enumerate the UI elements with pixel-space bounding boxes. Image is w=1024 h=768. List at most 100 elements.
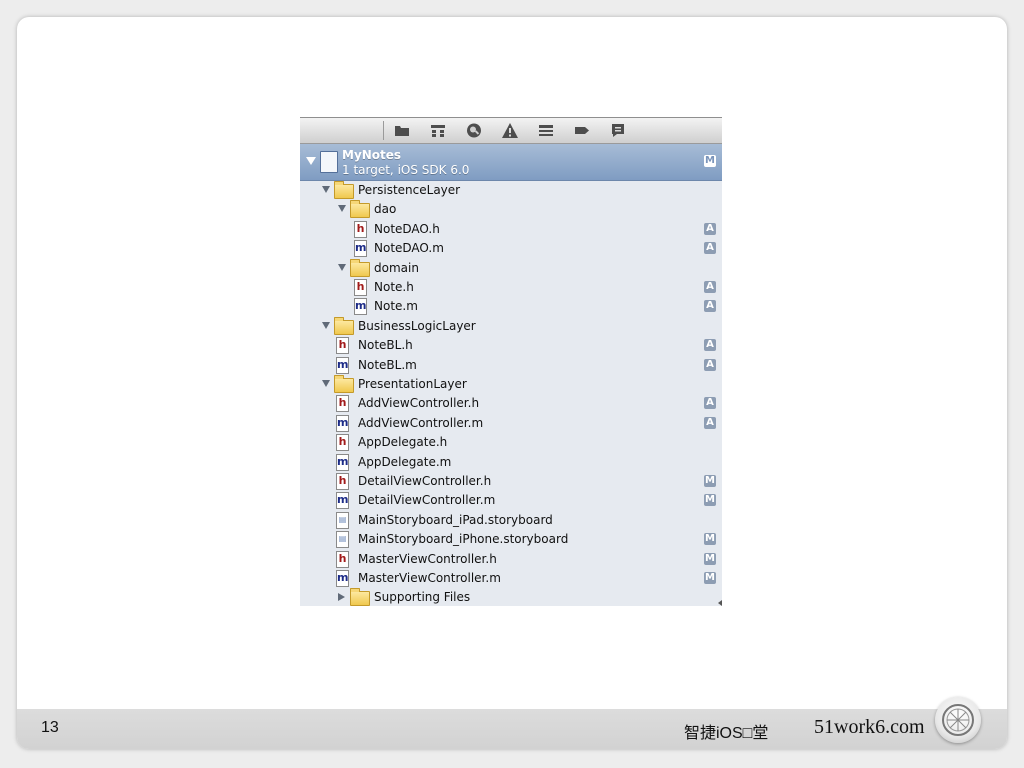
hierarchy-icon[interactable] bbox=[429, 122, 447, 139]
file-row[interactable]: m Note.m A bbox=[300, 297, 722, 316]
project-navigator: MyNotes 1 target, iOS SDK 6.0 M Persiste… bbox=[300, 117, 722, 606]
file-row[interactable]: m MasterViewController.m M bbox=[300, 569, 722, 588]
file-row[interactable]: ▤ MainStoryboard_iPhone.storyboard M bbox=[300, 530, 722, 549]
file-row[interactable]: h Note.h A bbox=[300, 278, 722, 297]
resize-corner-icon[interactable] bbox=[718, 600, 722, 606]
storyboard-file-icon: ▤ bbox=[336, 511, 349, 529]
tree-item-label: Supporting Files bbox=[374, 590, 471, 605]
scm-status-badge: M bbox=[704, 572, 716, 584]
file-row[interactable]: h MasterViewController.h M bbox=[300, 550, 722, 569]
disclosure-open-icon[interactable] bbox=[338, 205, 346, 213]
folder-icon bbox=[334, 375, 354, 393]
file-row[interactable]: m NoteDAO.m A bbox=[300, 239, 722, 258]
tree-item-label: PresentationLayer bbox=[358, 377, 467, 391]
tree-item-label: AppDelegate.m bbox=[358, 454, 452, 469]
disclosure-open-icon[interactable] bbox=[338, 263, 346, 271]
tree-item-label: BusinessLogicLayer bbox=[358, 318, 476, 333]
header-file-icon: h bbox=[336, 473, 349, 490]
scm-status-badge: A bbox=[704, 416, 716, 429]
folder-row[interactable]: domain bbox=[300, 258, 722, 278]
tree-item-label: MainStoryboard_iPhone.storyboard bbox=[358, 532, 569, 547]
project-name: MyNotes bbox=[342, 148, 402, 162]
page-number: 13 bbox=[41, 719, 59, 736]
source-file-icon: m bbox=[336, 356, 349, 374]
tag-icon[interactable] bbox=[573, 122, 591, 139]
header-file-icon: h bbox=[354, 279, 367, 296]
scm-status-badge: A bbox=[704, 397, 716, 410]
file-row[interactable]: h DetailViewController.h M bbox=[300, 472, 722, 491]
tree-item-label: Note.h bbox=[374, 280, 414, 294]
tree-item-label: DetailViewController.h bbox=[358, 474, 492, 488]
source-file-icon: m bbox=[336, 492, 349, 510]
comment-icon[interactable] bbox=[609, 122, 627, 139]
tree-item-label: NoteDAO.m bbox=[374, 241, 444, 256]
tree-item-label: DetailViewController.m bbox=[358, 493, 496, 508]
xcode-project-icon bbox=[320, 151, 338, 173]
disclosure-open-icon[interactable] bbox=[322, 380, 330, 387]
tree-item-label: domain bbox=[374, 260, 419, 275]
file-row[interactable]: h AppDelegate.h bbox=[300, 433, 722, 452]
navigator-toolbar bbox=[300, 118, 722, 144]
file-row[interactable]: m AddViewController.m A bbox=[300, 414, 722, 433]
file-row[interactable]: h NoteDAO.h A bbox=[300, 220, 722, 239]
tree-item-label: MainStoryboard_iPad.storyboard bbox=[358, 512, 553, 527]
scm-status-badge: M bbox=[704, 155, 716, 167]
search-icon[interactable] bbox=[465, 122, 483, 139]
folder-row[interactable]: BusinessLogicLayer bbox=[300, 316, 722, 336]
tree-item-label: NoteBL.m bbox=[358, 357, 417, 372]
folder-row[interactable]: Supporting Files bbox=[300, 588, 722, 606]
scm-status-badge: M bbox=[704, 475, 716, 487]
folder-row[interactable]: PersistenceLayer bbox=[300, 181, 722, 200]
header-file-icon: h bbox=[354, 220, 367, 238]
file-row[interactable]: h NoteBL.h A bbox=[300, 336, 722, 355]
folder-icon bbox=[350, 200, 370, 219]
folder-icon bbox=[350, 258, 370, 277]
folder-row[interactable]: PresentationLayer bbox=[300, 375, 722, 394]
slide-footer: 13 智捷iOS□堂 51work6.com bbox=[17, 697, 1007, 749]
file-row[interactable]: m AppDelegate.m bbox=[300, 453, 722, 472]
tree-item-label: NoteBL.h bbox=[358, 338, 413, 353]
disclosure-closed-icon[interactable] bbox=[338, 593, 345, 602]
header-file-icon: h bbox=[336, 337, 349, 355]
tree-item-label: PersistenceLayer bbox=[358, 183, 461, 197]
header-file-icon: h bbox=[336, 434, 349, 452]
source-file-icon: m bbox=[354, 298, 367, 316]
folder-icon[interactable] bbox=[393, 122, 411, 139]
project-subtitle: 1 target, iOS SDK 6.0 bbox=[342, 163, 470, 177]
file-row[interactable]: ▤ MainStoryboard_iPad.storyboard bbox=[300, 511, 722, 530]
storyboard-file-icon: ▤ bbox=[336, 531, 349, 549]
tree-item-label: NoteDAO.h bbox=[374, 221, 440, 236]
scm-status-badge: A bbox=[704, 281, 716, 293]
folder-icon bbox=[350, 588, 370, 606]
source-file-icon: m bbox=[336, 414, 349, 432]
tree-item-label: AppDelegate.h bbox=[358, 435, 448, 450]
file-row[interactable]: m NoteBL.m A bbox=[300, 356, 722, 375]
source-file-icon: m bbox=[354, 240, 367, 258]
header-file-icon: h bbox=[336, 550, 349, 568]
disclosure-open-icon[interactable] bbox=[306, 157, 316, 165]
scm-status-badge: M bbox=[704, 552, 716, 565]
folder-row[interactable]: dao bbox=[300, 200, 722, 219]
source-file-icon: m bbox=[336, 570, 349, 587]
file-row[interactable]: m DetailViewController.m M bbox=[300, 491, 722, 510]
project-row[interactable]: MyNotes 1 target, iOS SDK 6.0 M bbox=[300, 144, 722, 181]
scm-status-badge: M bbox=[704, 533, 716, 546]
site-url: 51work6.com bbox=[814, 716, 925, 738]
disclosure-open-icon[interactable] bbox=[322, 321, 330, 329]
disclosure-open-icon[interactable] bbox=[322, 186, 330, 193]
file-row[interactable]: h AddViewController.h A bbox=[300, 394, 722, 413]
scm-status-badge: A bbox=[704, 222, 716, 235]
tree-item-label: AddViewController.m bbox=[358, 415, 484, 430]
list-icon[interactable] bbox=[537, 122, 555, 139]
scm-status-badge: A bbox=[704, 339, 716, 352]
folder-icon bbox=[334, 316, 354, 335]
folder-icon bbox=[334, 181, 354, 199]
scm-status-badge: M bbox=[704, 494, 716, 507]
brand-name: 智捷iOS□堂 bbox=[684, 725, 769, 742]
scm-status-badge: A bbox=[704, 242, 716, 255]
tree-item-label: MasterViewController.m bbox=[358, 571, 501, 585]
warning-icon[interactable] bbox=[501, 122, 519, 139]
scm-status-badge: A bbox=[704, 358, 716, 371]
scm-status-badge: A bbox=[704, 300, 716, 313]
source-file-icon: m bbox=[336, 453, 349, 471]
